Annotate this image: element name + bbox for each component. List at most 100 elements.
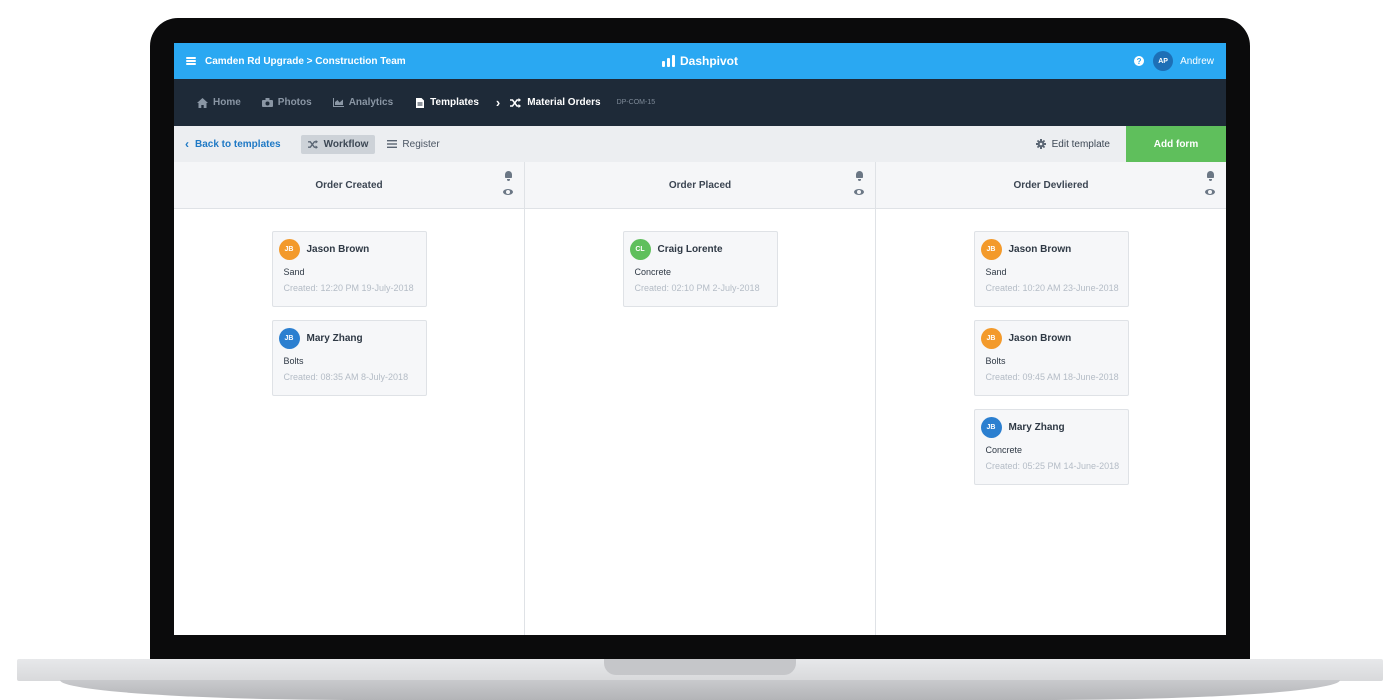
card-list: CL Craig Lorente Concrete Created: 02:10 PM… (525, 209, 875, 307)
template-code: DP-COM-15 (616, 99, 656, 106)
eye-icon[interactable] (503, 189, 513, 195)
card-header: JB Jason Brown (278, 239, 426, 260)
card-header: JB Jason Brown (980, 328, 1128, 349)
document-icon (414, 97, 425, 108)
hamburger-menu-icon[interactable] (186, 57, 196, 65)
chevron-right-icon: › (495, 95, 501, 110)
avatar: JB (278, 328, 300, 349)
app-screen: Camden Rd Upgrade > Construction Team Da… (174, 43, 1226, 635)
card-created: Created: 02:10 PM 2-July-2018 (634, 283, 760, 293)
column-order-delivered: Order Devliered JB Jason Brown Sand Created… (876, 162, 1226, 635)
column-order-placed: Order Placed CL Craig Lorente Concrete Crea… (525, 162, 876, 635)
bell-icon[interactable] (855, 171, 864, 181)
project-title[interactable]: Camden Rd Upgrade > Construction Team (205, 56, 406, 67)
brand-name: Dashpivot (679, 54, 739, 68)
nav-label-templates: Templates (430, 97, 479, 108)
toolbar: ‹ Back to templates Workflow Register Ed… (174, 126, 1226, 162)
avatar: CL (629, 239, 651, 260)
tab-register[interactable]: Register (379, 135, 446, 154)
nav-item-analytics[interactable]: Analytics (332, 97, 394, 108)
brand-logo[interactable]: Dashpivot (661, 54, 739, 68)
shuffle-icon (510, 97, 522, 108)
card-item: Concrete (985, 445, 1023, 455)
card-created: Created: 12:20 PM 19-July-2018 (283, 283, 414, 293)
avatar: JB (278, 239, 300, 260)
card-list: JB Jason Brown Sand Created: 10:20 AM 23-Ju… (876, 209, 1226, 485)
card-author: Mary Zhang (1008, 422, 1065, 433)
card-header: JB Mary Zhang (278, 328, 426, 349)
help-icon[interactable]: ? (1134, 56, 1145, 66)
eye-icon[interactable] (1205, 189, 1215, 195)
avatar: JB (980, 417, 1002, 438)
column-title: Order Devliered (1013, 179, 1089, 191)
column-header: Order Devliered (876, 162, 1226, 209)
avatar[interactable]: AP (1153, 51, 1174, 71)
laptop-notch (604, 659, 796, 675)
edit-template-button[interactable]: Edit template (1036, 139, 1110, 150)
card-header: JB Jason Brown (980, 239, 1128, 260)
card-item: Sand (283, 267, 305, 277)
card-created: Created: 08:35 AM 8-July-2018 (283, 372, 409, 382)
chevron-left-icon: ‹ (185, 137, 189, 151)
nav-bar: Home Photos Analytics Templates › Materi… (174, 79, 1226, 126)
card-author: Jason Brown (306, 244, 370, 255)
bell-icon[interactable] (504, 171, 513, 181)
bell-icon[interactable] (1206, 171, 1215, 181)
edit-template-label: Edit template (1051, 138, 1110, 150)
form-card[interactable]: JB Mary Zhang Concrete Created: 05:25 PM 14… (973, 409, 1129, 485)
user-area: ? AP Andrew (1134, 51, 1214, 71)
nav-item-home[interactable]: Home (197, 97, 241, 108)
form-card[interactable]: JB Mary Zhang Bolts Created: 08:35 AM 8-Jul… (271, 320, 427, 396)
home-icon (197, 97, 208, 108)
card-author: Jason Brown (1008, 333, 1072, 344)
avatar: JB (980, 239, 1002, 260)
card-item: Concrete (634, 267, 672, 277)
area-chart-icon (332, 97, 344, 108)
card-author: Craig Lorente (657, 244, 723, 255)
nav-item-templates[interactable]: Templates (414, 97, 479, 108)
column-title: Order Placed (668, 179, 732, 191)
nav-label-home: Home (213, 97, 241, 108)
laptop-base-bottom (60, 680, 1340, 700)
gear-icon (1036, 139, 1047, 150)
tab-workflow[interactable]: Workflow (300, 134, 376, 154)
list-icon (386, 139, 397, 150)
card-author: Jason Brown (1008, 244, 1072, 255)
nav-label-analytics: Analytics (348, 97, 394, 108)
form-card[interactable]: CL Craig Lorente Concrete Created: 02:10 PM… (622, 231, 778, 307)
top-bar: Camden Rd Upgrade > Construction Team Da… (174, 43, 1226, 79)
nav-item-photos[interactable]: Photos (261, 97, 312, 108)
form-card[interactable]: JB Jason Brown Sand Created: 12:20 PM 19-Ju… (271, 231, 427, 307)
eye-icon[interactable] (854, 189, 864, 195)
page-title: Material Orders (527, 97, 601, 108)
card-item: Sand (985, 267, 1007, 277)
card-author: Mary Zhang (306, 333, 363, 344)
card-header: CL Craig Lorente (629, 239, 777, 260)
bar-chart-icon (661, 55, 675, 67)
card-created: Created: 10:20 AM 23-June-2018 (985, 283, 1119, 293)
nav-label-photos: Photos (277, 97, 312, 108)
column-header: Order Placed (525, 162, 875, 209)
tab-register-label: Register (402, 138, 440, 150)
add-form-button[interactable]: Add form (1126, 126, 1226, 162)
card-item: Bolts (283, 356, 304, 366)
shuffle-icon (308, 139, 319, 150)
form-card[interactable]: JB Jason Brown Sand Created: 10:20 AM 23-Ju… (973, 231, 1129, 307)
user-name[interactable]: Andrew (1180, 56, 1214, 67)
column-title: Order Created (315, 179, 383, 191)
back-label: Back to templates (195, 138, 281, 150)
tab-workflow-label: Workflow (323, 138, 369, 150)
column-header: Order Created (174, 162, 524, 209)
card-header: JB Mary Zhang (980, 417, 1128, 438)
avatar: JB (980, 328, 1002, 349)
workflow-board: Order Created JB Jason Brown Sand Created: … (174, 162, 1226, 635)
card-created: Created: 09:45 AM 18-June-2018 (985, 372, 1119, 382)
back-to-templates-link[interactable]: ‹ Back to templates (185, 137, 281, 151)
camera-icon (261, 97, 273, 108)
card-item: Bolts (985, 356, 1006, 366)
column-order-created: Order Created JB Jason Brown Sand Created: … (174, 162, 525, 635)
breadcrumb: › Material Orders DP-COM-15 (496, 95, 655, 110)
card-list: JB Jason Brown Sand Created: 12:20 PM 19-Ju… (174, 209, 524, 396)
form-card[interactable]: JB Jason Brown Bolts Created: 09:45 AM 18-J… (973, 320, 1129, 396)
card-created: Created: 05:25 PM 14-June-2018 (985, 461, 1120, 471)
